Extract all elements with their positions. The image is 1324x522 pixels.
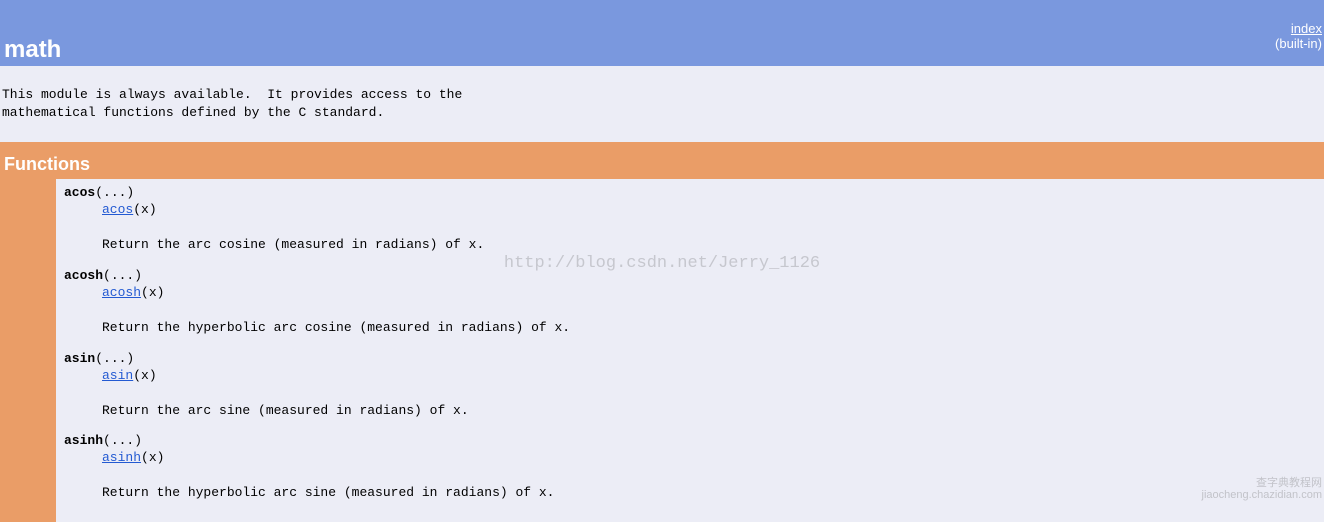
builtin-label: (built-in) bbox=[1275, 36, 1322, 51]
functions-body: acos(...) acos(x) Return the arc cosine … bbox=[56, 179, 1324, 522]
function-link[interactable]: acosh bbox=[102, 285, 141, 300]
function-sig-args: (x) bbox=[141, 285, 164, 300]
function-name-bold: asinh bbox=[64, 433, 103, 448]
index-link[interactable]: index bbox=[1291, 21, 1322, 36]
function-asin: asin(...) asin(x) Return the arc sine (m… bbox=[64, 351, 1316, 420]
function-sig-args: (x) bbox=[133, 202, 156, 217]
function-link[interactable]: acos bbox=[102, 202, 133, 217]
function-signature: asinh(x) bbox=[64, 450, 1316, 467]
function-description: Return the hyperbolic arc cosine (measur… bbox=[64, 302, 1316, 337]
section-left-strip bbox=[0, 179, 56, 522]
function-title-args: (...) bbox=[95, 351, 134, 366]
function-name-bold: acosh bbox=[64, 268, 103, 283]
function-name-bold: asin bbox=[64, 351, 95, 366]
function-title: asinh(...) bbox=[64, 433, 1316, 450]
module-header: math index (built-in) bbox=[0, 0, 1324, 66]
function-signature: acos(x) bbox=[64, 202, 1316, 219]
functions-section-header: Functions bbox=[0, 142, 1324, 179]
function-signature: asin(x) bbox=[64, 368, 1316, 385]
function-acos: acos(...) acos(x) Return the arc cosine … bbox=[64, 185, 1316, 254]
function-description: Return the arc cosine (measured in radia… bbox=[64, 219, 1316, 254]
function-asinh: asinh(...) asinh(x) Return the hyperboli… bbox=[64, 433, 1316, 502]
function-description: Return the arc sine (measured in radians… bbox=[64, 385, 1316, 420]
function-name-bold: acos bbox=[64, 185, 95, 200]
header-right: index (built-in) bbox=[1275, 21, 1322, 64]
function-link[interactable]: asinh bbox=[102, 450, 141, 465]
function-title: acosh(...) bbox=[64, 268, 1316, 285]
function-title: asin(...) bbox=[64, 351, 1316, 368]
functions-content-row: acos(...) acos(x) Return the arc cosine … bbox=[0, 179, 1324, 522]
function-sig-args: (x) bbox=[141, 450, 164, 465]
function-sig-args: (x) bbox=[133, 368, 156, 383]
function-signature: acosh(x) bbox=[64, 285, 1316, 302]
function-title-args: (...) bbox=[103, 268, 142, 283]
module-description: This module is always available. It prov… bbox=[0, 66, 1324, 142]
function-title-args: (...) bbox=[95, 185, 134, 200]
function-acosh: acosh(...) acosh(x) Return the hyperboli… bbox=[64, 268, 1316, 337]
function-link[interactable]: asin bbox=[102, 368, 133, 383]
function-description: Return the hyperbolic arc sine (measured… bbox=[64, 467, 1316, 502]
module-title: math bbox=[4, 36, 61, 64]
function-title: acos(...) bbox=[64, 185, 1316, 202]
function-title-args: (...) bbox=[103, 433, 142, 448]
